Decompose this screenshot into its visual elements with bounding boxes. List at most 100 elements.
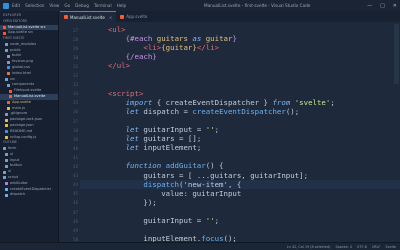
maximize-icon[interactable]: □ bbox=[380, 3, 385, 9]
file-type-icon bbox=[7, 54, 10, 58]
outline-item[interactable]: dispatch bbox=[0, 192, 58, 198]
line-number: 37 bbox=[73, 118, 78, 124]
code-line: <script> bbox=[90, 89, 392, 98]
line-number: 47 bbox=[73, 209, 78, 215]
line-number: 49 bbox=[73, 227, 78, 233]
file-type-icon bbox=[5, 182, 8, 186]
close-tab-icon[interactable]: × bbox=[109, 15, 112, 20]
minimize-icon[interactable]: — bbox=[367, 3, 372, 9]
code-token: } bbox=[232, 34, 237, 44]
code-line: let dispatch = createEventDispatcher(); bbox=[90, 107, 392, 116]
line-number: 38 bbox=[73, 127, 78, 133]
line-number: 48 bbox=[73, 218, 78, 224]
code-token: 'svelte' bbox=[294, 97, 331, 107]
editor-tab[interactable]: ManualList.svelte × bbox=[60, 11, 117, 22]
code-token: ('new-item', { bbox=[179, 179, 242, 189]
line-number: 46 bbox=[73, 200, 78, 206]
file-type-icon bbox=[7, 101, 10, 105]
menu-help[interactable]: Help bbox=[117, 3, 127, 8]
line-number: 44 bbox=[73, 182, 78, 188]
menu-edit[interactable]: Edit bbox=[12, 3, 20, 8]
file-type-icon bbox=[5, 112, 8, 116]
code-token: let bbox=[125, 106, 144, 116]
code-token: dispatch bbox=[143, 179, 180, 189]
code-token: inputElement; bbox=[143, 143, 202, 153]
status-item[interactable]: Svelte bbox=[385, 245, 396, 249]
line-number: 39 bbox=[73, 136, 78, 142]
status-item[interactable]: Ln 42, Col 19 (8 selected) bbox=[287, 245, 331, 249]
editor-scrollbar[interactable] bbox=[394, 24, 399, 84]
menu-selection[interactable]: Selection bbox=[25, 3, 44, 8]
status-item[interactable]: UTF-8 bbox=[357, 245, 367, 249]
code-token: ; bbox=[214, 215, 220, 225]
window-controls: — □ ✕ bbox=[367, 0, 397, 11]
code-token: guitars = [ ...guitars, guitarInput]; bbox=[143, 170, 309, 180]
status-item[interactable]: CRLF bbox=[372, 245, 381, 249]
svelte-file-icon bbox=[120, 14, 125, 19]
code-token: ; bbox=[330, 97, 335, 107]
code-line: import { createEventDispatcher } from 's… bbox=[90, 98, 392, 107]
menu-go[interactable]: Go bbox=[64, 3, 70, 8]
code-token: let bbox=[125, 125, 144, 135]
editor-tab-bar: ManualList.svelte × App.svelte bbox=[60, 11, 400, 22]
code-editor[interactable]: 27 28 29 30 31 32 33 34 35 36 37 38 39 40 41 42 43 44 45 46… bbox=[60, 22, 400, 242]
code-token: guitar bbox=[205, 34, 233, 44]
close-window-icon[interactable]: ✕ bbox=[393, 3, 397, 9]
code-area[interactable]: <ul> {#each guitars as guitar} <li>{guit… bbox=[90, 25, 392, 242]
status-item[interactable]: Spaces: 4 bbox=[335, 245, 351, 249]
file-type-icon bbox=[5, 158, 8, 162]
code-line: function addGuitar() { bbox=[90, 161, 392, 170]
editor-tab[interactable]: App.svelte bbox=[116, 11, 151, 22]
svelte-file-icon bbox=[64, 15, 68, 19]
code-token: guitars bbox=[156, 34, 193, 44]
code-token: guitars = []; bbox=[143, 134, 202, 144]
outline-item-label: button bbox=[10, 163, 22, 168]
code-token: (); bbox=[223, 234, 237, 242]
menu-terminal[interactable]: Terminal bbox=[94, 3, 112, 8]
editor-tab-label: ManualList.svelte bbox=[70, 14, 105, 20]
file-type-icon bbox=[5, 135, 8, 139]
line-number: 33 bbox=[73, 82, 78, 88]
code-token: '' bbox=[205, 215, 215, 225]
line-number: 28 bbox=[73, 36, 78, 42]
status-bar: Ln 42, Col 19 (8 selected) Spaces: 4 UTF-8… bbox=[0, 242, 400, 250]
menu-debug[interactable]: Debug bbox=[75, 3, 89, 8]
file-type-icon bbox=[7, 72, 10, 76]
code-token: guitarInput = bbox=[143, 125, 206, 135]
outline-tree: form ul input button ul script addGuitar create… bbox=[0, 146, 58, 198]
code-token: <script> bbox=[107, 88, 144, 98]
code-token: <li> bbox=[143, 43, 162, 53]
code-token: <ul> bbox=[107, 25, 126, 34]
file-type-icon bbox=[5, 124, 8, 128]
file-type-icon bbox=[5, 43, 8, 47]
code-token: dispatch = bbox=[143, 106, 193, 116]
code-line: }); bbox=[90, 198, 392, 207]
line-number: 31 bbox=[73, 63, 78, 69]
menu-view[interactable]: View bbox=[49, 3, 59, 8]
line-number: 45 bbox=[73, 191, 78, 197]
code-token: ; bbox=[214, 125, 220, 135]
code-token: let bbox=[125, 143, 144, 153]
code-token: function bbox=[125, 161, 166, 171]
code-token: {/each} bbox=[125, 52, 157, 62]
file-type-icon bbox=[5, 118, 8, 122]
code-token: () { bbox=[205, 161, 224, 171]
line-number: 41 bbox=[73, 154, 78, 160]
file-type-icon bbox=[5, 48, 8, 52]
file-type-icon bbox=[7, 66, 10, 70]
